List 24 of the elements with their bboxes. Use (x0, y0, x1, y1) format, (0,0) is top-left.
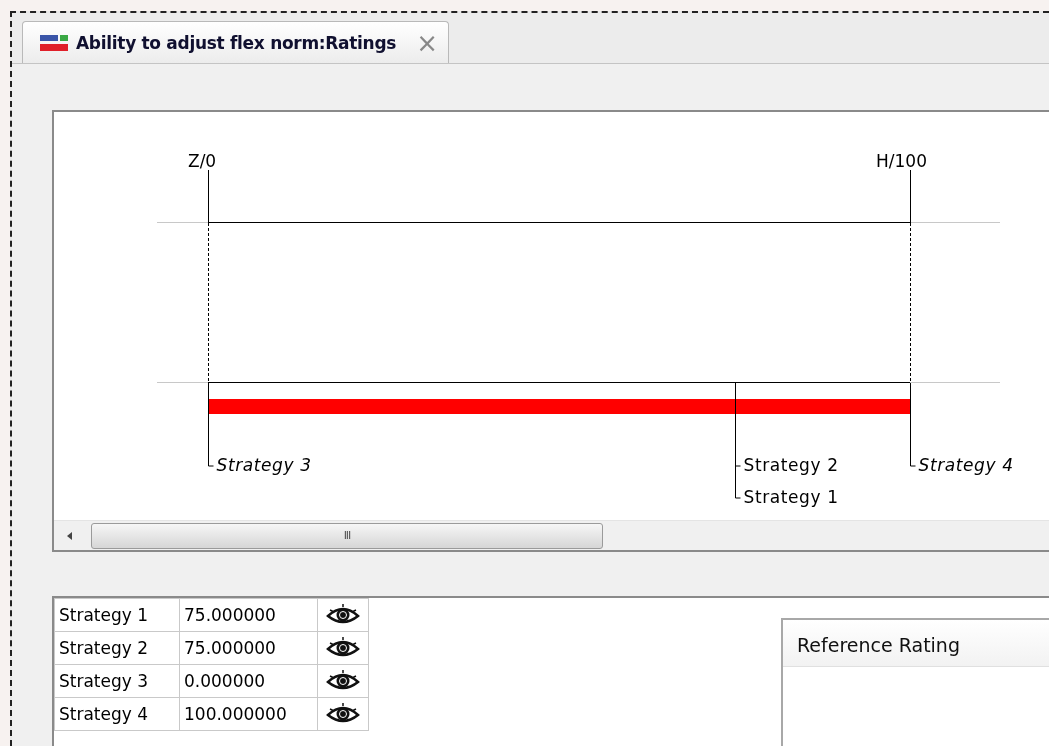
marker-label: Strategy 1 (743, 487, 839, 507)
tick-label: H/100 (876, 151, 927, 171)
marker-label: Strategy 2 (743, 455, 839, 475)
flag-icon (40, 32, 68, 53)
table-cell: 75.000000 (179, 598, 318, 632)
horizontal-scrollbar[interactable]: III (54, 520, 1049, 550)
eye-icon[interactable] (326, 637, 360, 659)
table-cell: Strategy 2 (54, 631, 180, 665)
scroll-left-arrow-icon[interactable] (66, 530, 74, 541)
eye-icon[interactable] (326, 604, 360, 626)
table-cell: 100.000000 (179, 697, 318, 731)
table-cell: Strategy 4 (54, 697, 180, 731)
table-cell: Strategy 3 (54, 664, 180, 698)
close-button[interactable]: × (416, 29, 438, 56)
marker-label: Strategy 4 (918, 455, 1014, 475)
table-cell: 75.000000 (179, 631, 318, 665)
table-cell: Strategy 1 (54, 598, 180, 632)
eye-icon[interactable] (326, 703, 360, 725)
eye-icon[interactable] (326, 670, 360, 692)
marker-label: Strategy 3 (216, 455, 312, 475)
document-tab[interactable]: Ability to adjust flex norm:Ratings × (22, 21, 449, 63)
tick-label: Z/0 (188, 151, 217, 171)
scrollbar-thumb[interactable]: III (91, 522, 603, 549)
table-cell: 0.000000 (179, 664, 318, 698)
